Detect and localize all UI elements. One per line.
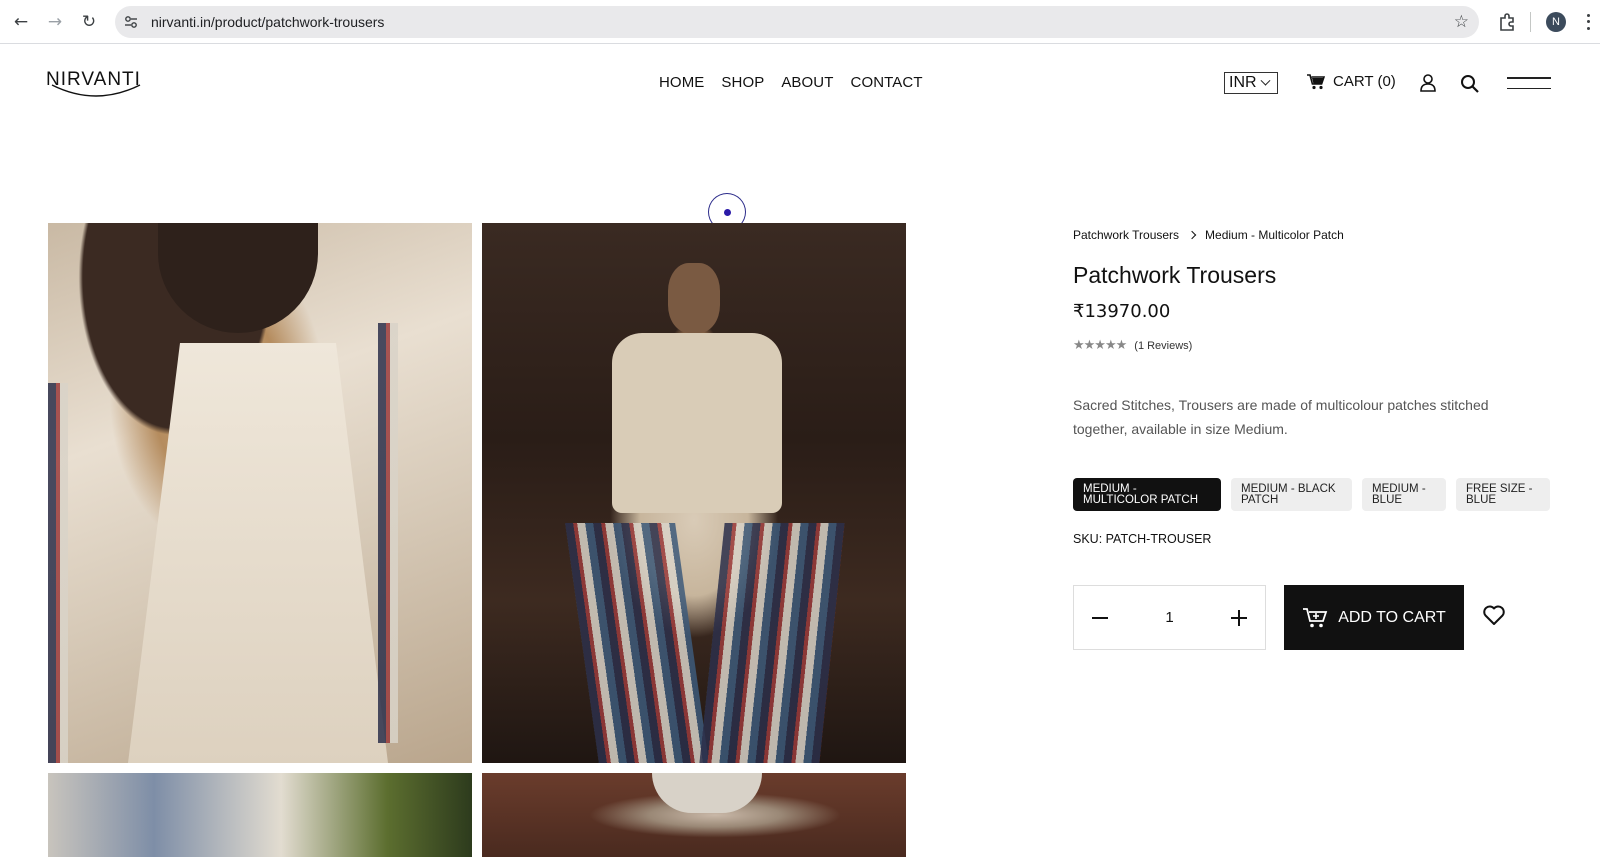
- currency-select[interactable]: INR: [1224, 72, 1278, 94]
- variant-medium-multicolor-patch[interactable]: MEDIUM - MULTICOLOR PATCH: [1073, 478, 1221, 511]
- plus-icon[interactable]: [1231, 609, 1247, 626]
- browser-menu-icon[interactable]: [1580, 12, 1596, 32]
- site-settings-icon[interactable]: [117, 8, 145, 36]
- site-logo[interactable]: NIRVANTI: [46, 63, 146, 103]
- add-to-cart-button[interactable]: ADD TO CART: [1284, 585, 1464, 650]
- reload-icon[interactable]: ↻: [75, 8, 103, 36]
- cart-icon: [1307, 73, 1325, 89]
- back-arrow-icon[interactable]: ←: [7, 8, 35, 36]
- url-text[interactable]: nirvanti.in/product/patchwork-trousers: [151, 14, 384, 30]
- search-icon[interactable]: [1460, 74, 1480, 94]
- cart-link[interactable]: CART (0): [1307, 73, 1396, 90]
- cart-add-icon: [1303, 607, 1328, 627]
- star-rating-icon: ★★★★★: [1073, 338, 1127, 353]
- product-image-full-look[interactable]: [482, 223, 906, 763]
- minus-icon[interactable]: [1092, 616, 1108, 619]
- product-sku: SKU: PATCH-TROUSER: [1073, 532, 1212, 546]
- browser-toolbar: ← → ↻ nirvanti.in/product/patchwork-trou…: [0, 0, 1600, 44]
- nav-home[interactable]: HOME: [659, 74, 704, 91]
- variant-medium-black-patch[interactable]: MEDIUM - BLACK PATCH: [1231, 478, 1352, 511]
- extensions-icon[interactable]: [1494, 9, 1520, 35]
- quantity-stepper: 1: [1073, 585, 1266, 650]
- product-image-detail[interactable]: [482, 773, 906, 857]
- reviews-count[interactable]: (1 Reviews): [1134, 340, 1192, 352]
- product-image-street[interactable]: [48, 773, 472, 857]
- profile-avatar[interactable]: N: [1546, 12, 1566, 32]
- product-price: ₹13970.00: [1073, 301, 1171, 322]
- variant-selector: MEDIUM - MULTICOLOR PATCH MEDIUM - BLACK…: [1073, 478, 1550, 511]
- product-title: Patchwork Trousers: [1073, 262, 1277, 288]
- chevron-down-icon: [1260, 75, 1271, 86]
- nav-contact[interactable]: CONTACT: [851, 74, 923, 91]
- quantity-value[interactable]: 1: [1165, 609, 1173, 626]
- add-to-cart-label: ADD TO CART: [1338, 608, 1446, 626]
- svg-text:NIRVANTI: NIRVANTI: [46, 69, 141, 90]
- breadcrumb: Patchwork Trousers Medium - Multicolor P…: [1073, 228, 1344, 242]
- toolbar-divider: [1530, 12, 1531, 32]
- variant-free-size-blue[interactable]: FREE SIZE - BLUE: [1456, 478, 1550, 511]
- cart-label: CART (0): [1333, 73, 1396, 90]
- nav-shop[interactable]: SHOP: [721, 74, 764, 91]
- variant-medium-blue[interactable]: MEDIUM - BLUE: [1362, 478, 1446, 511]
- wishlist-heart-icon[interactable]: [1482, 604, 1506, 626]
- address-bar[interactable]: nirvanti.in/product/patchwork-trousers ☆: [115, 6, 1479, 38]
- product-image-closeup[interactable]: [48, 223, 472, 763]
- forward-arrow-icon[interactable]: →: [41, 8, 69, 36]
- breadcrumb-product[interactable]: Patchwork Trousers: [1073, 228, 1179, 242]
- currency-value: INR: [1229, 74, 1257, 91]
- nav-about[interactable]: ABOUT: [781, 74, 833, 91]
- user-account-icon[interactable]: [1418, 73, 1438, 93]
- main-navigation: HOME SHOP ABOUT CONTACT: [659, 74, 923, 91]
- chevron-right-icon: [1187, 230, 1197, 240]
- menu-hamburger-icon[interactable]: [1507, 77, 1551, 89]
- product-description: Sacred Stitches, Trousers are made of mu…: [1073, 397, 1489, 437]
- bookmark-star-icon[interactable]: ☆: [1454, 12, 1469, 32]
- product-rating: ★★★★★ (1 Reviews): [1073, 338, 1192, 353]
- breadcrumb-variant: Medium - Multicolor Patch: [1205, 228, 1344, 242]
